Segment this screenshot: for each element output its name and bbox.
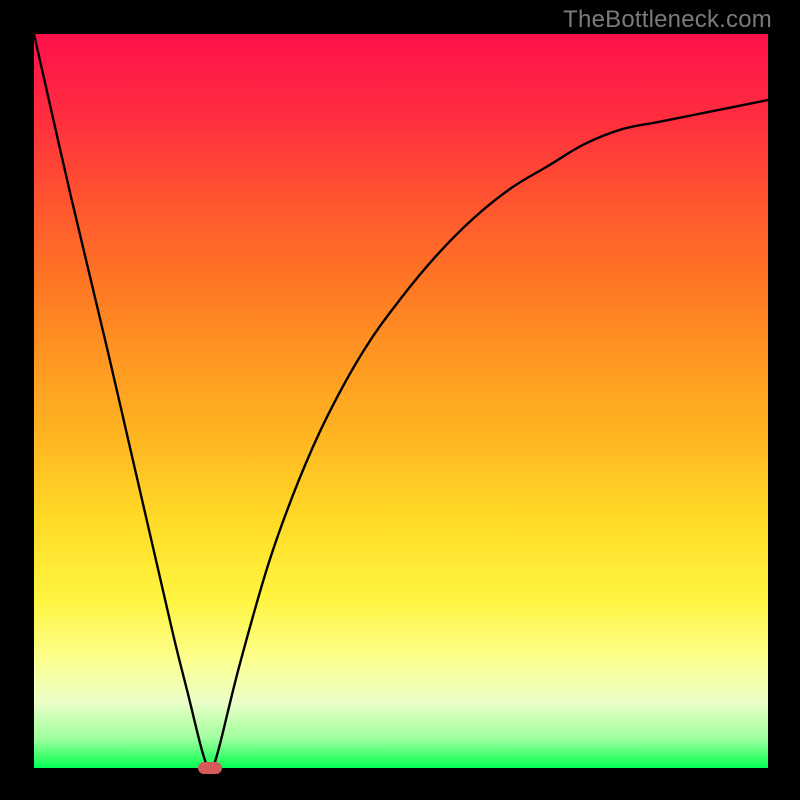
minimum-marker [198, 762, 222, 774]
plot-area [34, 34, 768, 768]
watermark-text: TheBottleneck.com [563, 6, 772, 34]
bottleneck-curve [34, 34, 768, 768]
chart-frame: TheBottleneck.com [0, 0, 800, 800]
